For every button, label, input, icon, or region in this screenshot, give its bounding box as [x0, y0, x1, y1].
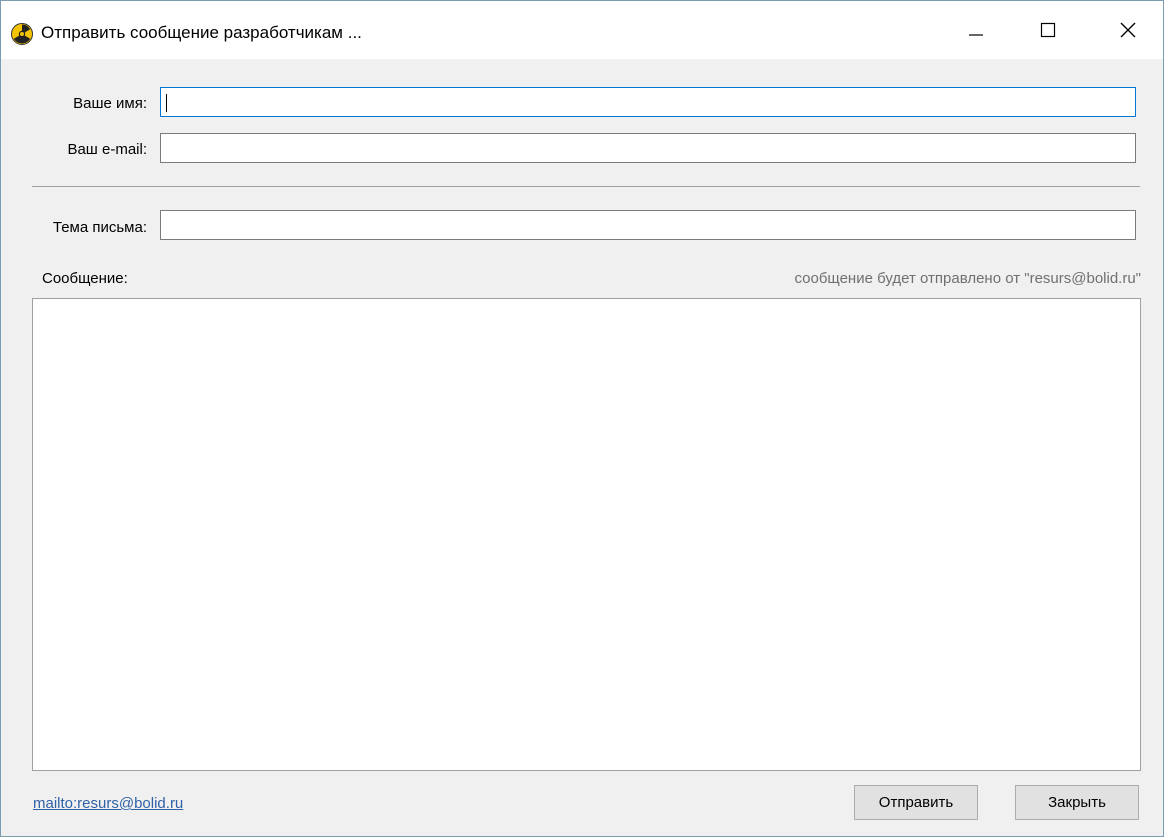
- radiation-icon: [11, 23, 33, 45]
- subject-input[interactable]: [160, 210, 1136, 240]
- email-input[interactable]: [160, 133, 1136, 163]
- sender-hint: сообщение будет отправлено от "resurs@bo…: [794, 270, 1141, 287]
- close-window-button[interactable]: [1099, 1, 1157, 59]
- minimize-icon: [969, 34, 983, 36]
- minimize-button[interactable]: [947, 1, 1005, 59]
- name-label: Ваше имя:: [73, 95, 147, 112]
- separator: [32, 186, 1140, 187]
- title-bar[interactable]: Отправить сообщение разработчикам ...: [1, 1, 1163, 59]
- close-icon: [1120, 22, 1136, 38]
- subject-label: Тема письма:: [52, 219, 147, 236]
- message-textarea[interactable]: [32, 298, 1141, 771]
- send-button[interactable]: Отправить: [854, 785, 978, 820]
- mailto-link[interactable]: mailto:resurs@bolid.ru: [33, 794, 183, 814]
- text-caret: [166, 94, 167, 112]
- email-label: Ваш e-mail:: [67, 141, 147, 158]
- window-title: Отправить сообщение разработчикам ...: [41, 23, 362, 42]
- dialog-window: Отправить сообщение разработчикам ... Ва…: [0, 0, 1164, 837]
- maximize-icon: [1040, 22, 1056, 38]
- message-label: Сообщение:: [42, 270, 128, 287]
- name-input[interactable]: [160, 87, 1136, 117]
- close-button[interactable]: Закрыть: [1015, 785, 1139, 820]
- maximize-button[interactable]: [1019, 1, 1077, 59]
